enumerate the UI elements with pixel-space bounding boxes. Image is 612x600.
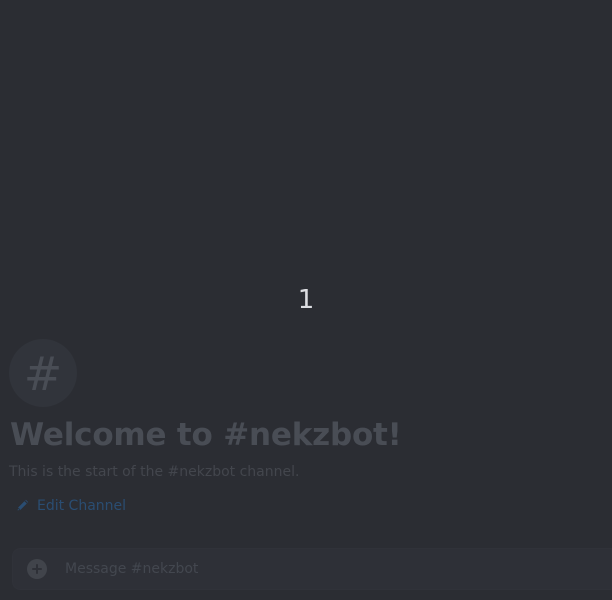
message-composer bbox=[12, 548, 612, 590]
plus-circle-icon[interactable] bbox=[27, 559, 47, 579]
edit-channel-button[interactable]: Edit Channel bbox=[14, 497, 126, 515]
message-input[interactable] bbox=[65, 557, 585, 581]
pencil-icon bbox=[14, 498, 30, 514]
hashtag-icon: # bbox=[9, 339, 77, 407]
channel-icon-glyph: # bbox=[23, 347, 63, 401]
welcome-title: Welcome to #nekzbot! bbox=[10, 417, 402, 453]
chat-viewport: 1 # Welcome to #nekzbot! This is the sta… bbox=[0, 0, 612, 600]
welcome-subtitle: This is the start of the #nekzbot channe… bbox=[9, 464, 300, 480]
edit-channel-label: Edit Channel bbox=[37, 498, 127, 514]
loading-counter: 1 bbox=[297, 285, 315, 315]
